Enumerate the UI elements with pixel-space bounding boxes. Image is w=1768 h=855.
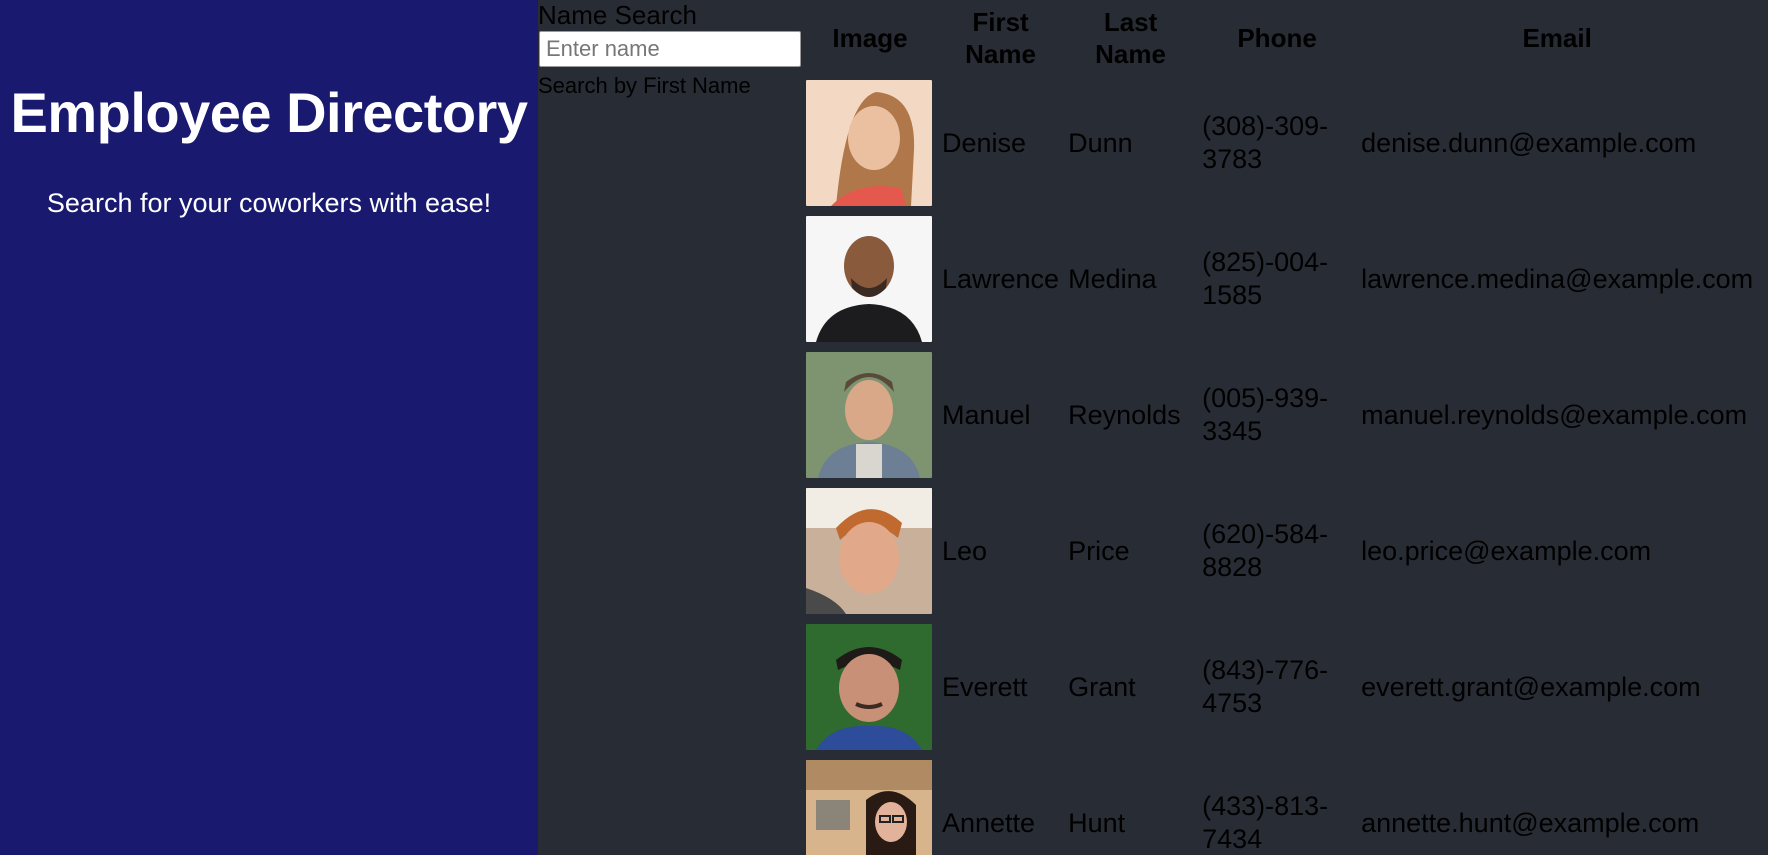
employee-photo-cell <box>804 216 936 342</box>
employee-photo-cell <box>804 760 936 855</box>
employee-photo <box>806 80 936 206</box>
cell-email: denise.dunn@example.com <box>1361 127 1697 158</box>
table-header: Image First Name Last Name Phone Email <box>804 6 1756 70</box>
header-row: Image First Name Last Name Phone Email <box>804 6 1756 70</box>
search-panel: Name Search Search by First Name <box>538 0 801 855</box>
header-first-name[interactable]: First Name <box>939 6 1062 70</box>
cell-first-name: Denise <box>942 127 1027 158</box>
cell-last-name: Hunt <box>1068 807 1126 838</box>
cell-last-name: Dunn <box>1068 127 1133 158</box>
cell-phone: (825)-004-1585 <box>1202 247 1329 310</box>
hero-jumbotron: Employee Directory Search for your cowor… <box>0 0 538 855</box>
cell-email: leo.price@example.com <box>1361 535 1652 566</box>
cell-last-name: Price <box>1068 535 1130 566</box>
employee-photo <box>806 488 936 614</box>
cell-last-name: Grant <box>1068 671 1136 702</box>
table-row: Everett Grant (843)-776-4753 everett.grant@… <box>804 624 1756 750</box>
employee-table: Image First Name Last Name Phone Email D… <box>801 0 1759 855</box>
cell-first-name: Leo <box>942 535 988 566</box>
cell-phone: (843)-776-4753 <box>1202 655 1329 718</box>
cell-phone: (005)-939-3345 <box>1202 383 1329 446</box>
cell-first-name: Everett <box>942 671 1028 702</box>
table-body: Denise Dunn (308)-309-3783 denise.dunn@exam… <box>804 80 1756 855</box>
table-row: Annette Hunt (433)-813-7434 annette.hunt@ex… <box>804 760 1756 855</box>
search-label: Name Search <box>538 0 697 30</box>
employee-photo-cell <box>804 352 936 478</box>
cell-email: annette.hunt@example.com <box>1361 807 1700 838</box>
search-input[interactable] <box>539 31 801 67</box>
header-image[interactable]: Image <box>804 6 936 70</box>
cell-first-name: Manuel <box>942 399 1031 430</box>
employee-photo-cell <box>804 80 936 206</box>
table-row: Denise Dunn (308)-309-3783 denise.dunn@exam… <box>804 80 1756 206</box>
cell-phone: (308)-309-3783 <box>1202 111 1329 174</box>
header-email[interactable]: Email <box>1358 6 1756 70</box>
cell-first-name: Lawrence <box>942 263 1060 294</box>
table-row: Lawrence Medina (825)-004-1585 lawrence.med… <box>804 216 1756 342</box>
cell-phone: (433)-813-7434 <box>1202 791 1329 854</box>
cell-email: everett.grant@example.com <box>1361 671 1701 702</box>
cell-email: lawrence.medina@example.com <box>1361 263 1754 294</box>
header-phone[interactable]: Phone <box>1199 6 1355 70</box>
employee-photo-cell <box>804 624 936 750</box>
employee-photo <box>806 216 936 342</box>
page-subtitle: Search for your coworkers with ease! <box>46 188 492 218</box>
employee-photo-cell <box>804 488 936 614</box>
employee-photo <box>806 760 936 855</box>
cell-last-name: Reynolds <box>1068 399 1181 430</box>
cell-phone: (620)-584-8828 <box>1202 519 1329 582</box>
page-title: Employee Directory <box>10 81 528 144</box>
header-last-name[interactable]: Last Name <box>1065 6 1196 70</box>
employee-photo <box>806 352 936 478</box>
cell-first-name: Annette <box>942 807 1036 838</box>
table-row: Leo Price (620)-584-8828 leo.price@example.… <box>804 488 1756 614</box>
cell-email: manuel.reynolds@example.com <box>1361 399 1748 430</box>
employee-photo <box>806 624 936 750</box>
employee-table-container: Image First Name Last Name Phone Email D… <box>801 0 1768 855</box>
search-hint: Search by First Name <box>538 73 751 98</box>
cell-last-name: Medina <box>1068 263 1157 294</box>
table-row: Manuel Reynolds (005)-939-3345 manuel.reyno… <box>804 352 1756 478</box>
app: Employee Directory Search for your cowor… <box>0 0 1768 855</box>
